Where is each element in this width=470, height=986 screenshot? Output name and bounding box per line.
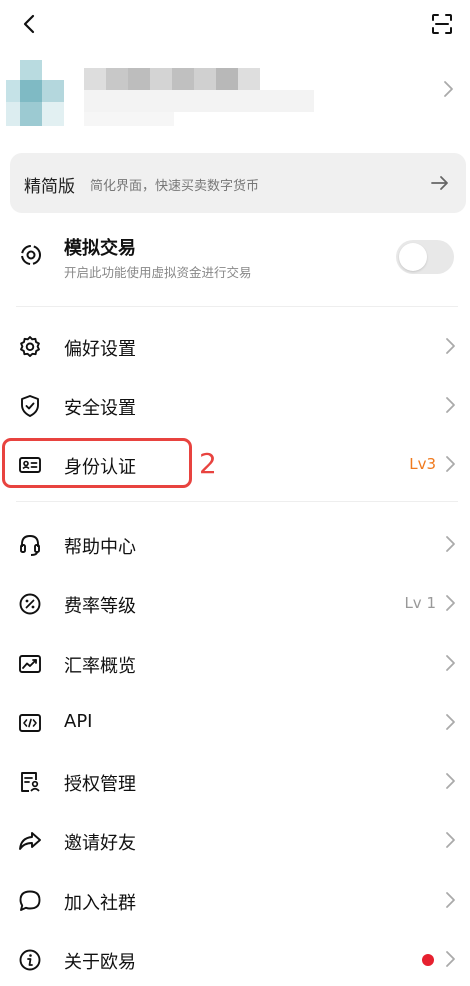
trend-chart-icon bbox=[16, 650, 44, 678]
chevron-right-icon bbox=[446, 714, 455, 730]
menu-item-label: 偏好设置 bbox=[64, 339, 136, 360]
demo-trading-row: 模拟交易 开启此功能使用虚拟资金进行交易 bbox=[0, 228, 470, 288]
share-arrow-icon bbox=[16, 827, 44, 855]
menu-item-api[interactable]: API bbox=[0, 695, 470, 751]
top-bar bbox=[0, 0, 470, 48]
code-icon bbox=[16, 709, 44, 737]
username-blurred bbox=[84, 68, 314, 126]
chevron-right-icon bbox=[444, 81, 453, 97]
simple-mode-description: 简化界面，快速买卖数字货币 bbox=[90, 179, 260, 194]
menu-item-invite-friends[interactable]: 邀请好友 bbox=[0, 813, 470, 869]
menu-item-label: 帮助中心 bbox=[64, 537, 136, 558]
demo-trading-toggle[interactable] bbox=[396, 240, 454, 274]
simple-mode-card[interactable]: 精简版 简化界面，快速买卖数字货币 bbox=[10, 153, 466, 213]
demo-trading-title: 模拟交易 bbox=[64, 238, 136, 259]
chevron-right-icon bbox=[446, 655, 455, 671]
headset-icon bbox=[16, 531, 44, 559]
document-user-icon bbox=[16, 768, 44, 796]
menu-item-label: 费率等级 bbox=[64, 596, 136, 617]
simple-mode-title: 精简版 bbox=[24, 177, 75, 197]
chevron-right-icon bbox=[446, 595, 455, 611]
menu-item-preferences[interactable]: 偏好设置 bbox=[0, 319, 470, 375]
menu-item-join-community[interactable]: 加入社群 bbox=[0, 873, 470, 929]
annotation-highlight-box bbox=[2, 438, 192, 488]
back-button[interactable] bbox=[14, 8, 46, 40]
scan-icon bbox=[432, 14, 452, 34]
chevron-right-icon bbox=[446, 536, 455, 552]
chevron-right-icon bbox=[446, 397, 455, 413]
menu-item-label: 加入社群 bbox=[64, 893, 136, 914]
menu-item-fee-tier[interactable]: 费率等级 Lv 1 bbox=[0, 576, 470, 632]
chevron-right-icon bbox=[446, 338, 455, 354]
chevron-right-icon bbox=[446, 951, 455, 967]
chat-bubble-icon bbox=[16, 887, 44, 915]
menu-item-label: 关于欧易 bbox=[64, 952, 136, 973]
identity-level: Lv3 bbox=[409, 455, 436, 473]
demo-trading-subtitle: 开启此功能使用虚拟资金进行交易 bbox=[64, 265, 252, 280]
menu-item-help-center[interactable]: 帮助中心 bbox=[0, 517, 470, 573]
menu-item-authorization[interactable]: 授权管理 bbox=[0, 754, 470, 810]
menu-item-label: 安全设置 bbox=[64, 398, 136, 419]
gear-icon bbox=[16, 333, 44, 361]
notification-dot bbox=[422, 954, 434, 966]
annotation-number: 2 bbox=[199, 447, 217, 480]
toggle-knob bbox=[399, 243, 427, 271]
menu-item-label: API bbox=[64, 711, 93, 732]
avatar bbox=[6, 60, 64, 126]
info-icon bbox=[16, 946, 44, 974]
chevron-right-icon bbox=[446, 773, 455, 789]
chevron-right-icon bbox=[446, 456, 455, 472]
menu-item-label: 邀请好友 bbox=[64, 833, 136, 854]
chevron-right-icon bbox=[446, 832, 455, 848]
menu-item-label: 授权管理 bbox=[64, 774, 136, 795]
divider bbox=[16, 306, 458, 307]
percent-icon bbox=[16, 590, 44, 618]
menu-item-security[interactable]: 安全设置 bbox=[0, 378, 470, 434]
menu-item-exchange-rates[interactable]: 汇率概览 bbox=[0, 636, 470, 692]
menu-item-label: 汇率概览 bbox=[64, 656, 136, 677]
chevron-left-icon bbox=[23, 14, 35, 34]
divider bbox=[16, 501, 458, 502]
chevron-right-icon bbox=[446, 892, 455, 908]
shield-icon bbox=[16, 392, 44, 420]
arrow-right-icon bbox=[431, 176, 448, 190]
profile-header[interactable] bbox=[0, 52, 470, 130]
menu-item-about[interactable]: 关于欧易 bbox=[0, 932, 470, 986]
fee-tier-level: Lv 1 bbox=[404, 594, 436, 612]
scan-button[interactable] bbox=[426, 8, 458, 40]
demo-trading-icon bbox=[21, 245, 41, 265]
